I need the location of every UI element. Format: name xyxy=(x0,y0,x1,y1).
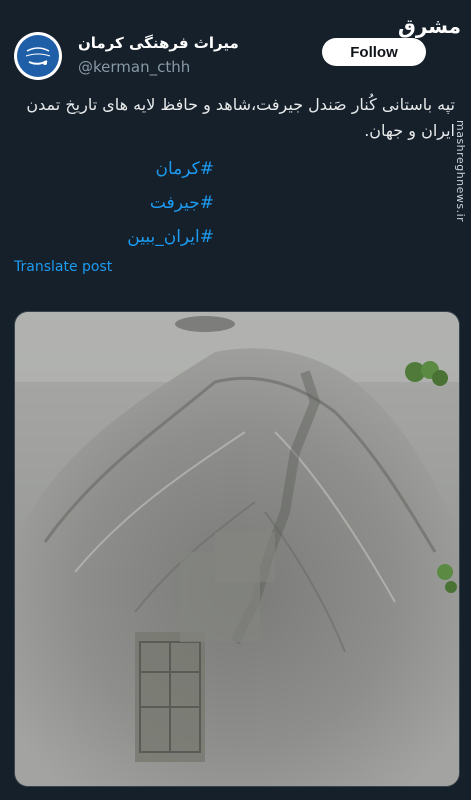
watermark-logo: مشرق xyxy=(397,14,461,38)
aerial-mound-image xyxy=(15,312,459,786)
watermark-url: mashreghnews.ir xyxy=(454,120,467,223)
tweet-text: تپه باستانی کُنار صَندل جیرفت،شاهد و حاف… xyxy=(26,95,455,140)
display-name[interactable]: میراث فرهنگی کرمان xyxy=(78,34,239,52)
user-handle[interactable]: @kerman_cthh xyxy=(78,58,190,76)
avatar[interactable] xyxy=(14,32,62,80)
hashtag-link[interactable]: #ایران_ببین xyxy=(14,220,214,254)
follow-button[interactable]: Follow xyxy=(322,38,426,66)
hashtag-link[interactable]: #کرمان xyxy=(14,152,215,186)
heritage-logo-icon xyxy=(17,35,59,77)
tweet-photo[interactable] xyxy=(14,311,460,787)
hashtag-list: #کرمان #جیرفت #ایران_ببین xyxy=(14,152,214,254)
hashtag-link[interactable]: #جیرفت xyxy=(14,186,214,220)
translate-post-link[interactable]: Translate post xyxy=(14,259,112,275)
